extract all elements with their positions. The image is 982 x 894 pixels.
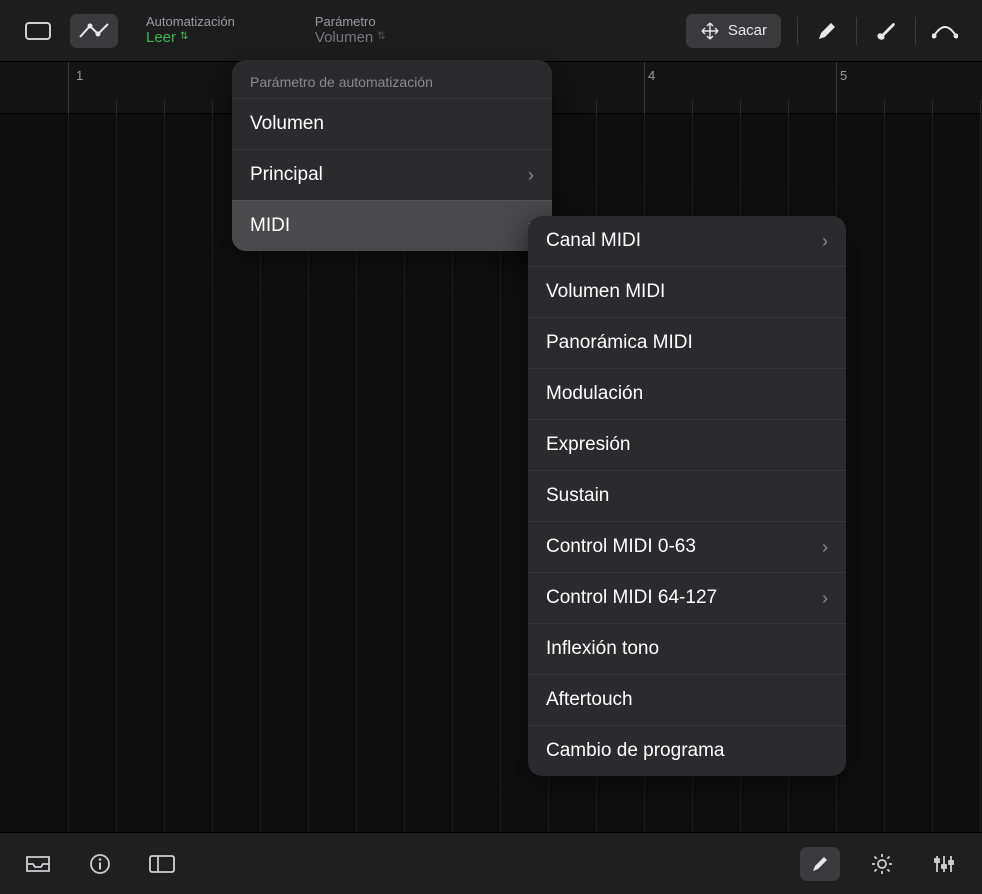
ruler-minor-tick	[980, 100, 981, 114]
sliders-icon	[933, 854, 955, 874]
menu-item-label: Expresión	[546, 434, 631, 456]
midi-menu-item[interactable]: Expresión	[528, 419, 846, 470]
menu-item-label: Volumen	[250, 113, 324, 135]
pencil-icon	[816, 20, 838, 42]
midi-menu-item[interactable]: Volumen MIDI	[528, 266, 846, 317]
grid-line	[212, 114, 213, 832]
pencil-tool-button[interactable]	[804, 14, 850, 48]
tool-group-left	[14, 14, 118, 48]
brush-tool-button[interactable]	[863, 14, 909, 48]
edit-mode-button[interactable]	[800, 847, 840, 881]
automation-menu-item[interactable]: Principal ›	[232, 149, 552, 200]
menu-item-label: Volumen MIDI	[546, 281, 665, 303]
menu-item-label: Canal MIDI	[546, 230, 641, 252]
settings-gear-button[interactable]	[862, 847, 902, 881]
midi-menu-item[interactable]: Inflexión tono	[528, 623, 846, 674]
ruler-minor-tick	[932, 100, 933, 114]
brush-icon	[874, 20, 898, 42]
ruler-number: 5	[840, 68, 847, 83]
automation-tool-button[interactable]	[70, 14, 118, 48]
menu-item-label: Aftertouch	[546, 689, 633, 711]
ruler-minor-tick	[884, 100, 885, 114]
parameter-value: Volumen	[315, 29, 373, 47]
ruler-minor-tick	[788, 100, 789, 114]
parameter-label: Parámetro	[315, 14, 386, 30]
move-out-label: Sacar	[728, 22, 767, 39]
gear-sun-icon	[870, 852, 894, 876]
midi-menu-item[interactable]: Modulación	[528, 368, 846, 419]
automation-menu-item[interactable]: MIDI›	[232, 200, 552, 251]
ruler-major-tick	[644, 62, 645, 114]
chevron-right-icon: ›	[528, 165, 534, 186]
midi-menu-item[interactable]: Canal MIDI ›	[528, 216, 846, 266]
panel-button[interactable]	[142, 847, 182, 881]
chevron-right-icon: ›	[822, 231, 828, 252]
midi-submenu: Canal MIDI › Volumen MIDI Panorámica MIDI Mo…	[528, 216, 846, 776]
header-labels: Automatización Leer ⇅ Parámetro Volumen …	[146, 14, 386, 48]
ruler-minor-tick	[596, 100, 597, 114]
ruler-minor-tick	[740, 100, 741, 114]
ruler-minor-tick	[212, 100, 213, 114]
menu-item-label: Panorámica MIDI	[546, 332, 693, 354]
midi-menu-item[interactable]: Sustain	[528, 470, 846, 521]
info-icon	[89, 853, 111, 875]
bottom-toolbar	[0, 832, 982, 894]
automation-line-icon	[79, 22, 109, 40]
grid-line	[980, 114, 981, 832]
grid-line	[116, 114, 117, 832]
ruler-minor-tick	[116, 100, 117, 114]
menu-title: Parámetro de automatización	[232, 60, 552, 98]
ruler-major-tick	[68, 62, 69, 114]
midi-menu-item[interactable]: Cambio de programa	[528, 725, 846, 776]
menu-item-label: Control MIDI 64-127	[546, 587, 717, 609]
automation-mode-value: Leer	[146, 29, 176, 47]
chevron-right-icon: ›	[822, 537, 828, 558]
menu-item-label: Sustain	[546, 485, 609, 507]
divider	[856, 17, 857, 45]
chevron-right-icon: ›	[822, 588, 828, 609]
ruler-number: 1	[76, 68, 83, 83]
sidebar-panel-icon	[149, 855, 175, 873]
rectangle-icon	[25, 22, 51, 40]
move-icon	[700, 21, 720, 41]
mixer-button[interactable]	[924, 847, 964, 881]
midi-menu-item[interactable]: Aftertouch	[528, 674, 846, 725]
menu-item-label: Principal	[250, 164, 323, 186]
midi-menu-item[interactable]: Control MIDI 0-63 ›	[528, 521, 846, 572]
ruler-number: 4	[648, 68, 655, 83]
automation-menu-item[interactable]: Volumen	[232, 98, 552, 149]
parameter-selector[interactable]: Parámetro Volumen ⇅	[315, 14, 386, 48]
curve-icon	[932, 22, 958, 40]
up-down-chevron-icon: ⇅	[377, 31, 385, 43]
ruler-minor-tick	[692, 100, 693, 114]
info-button[interactable]	[80, 847, 120, 881]
grid-line	[884, 114, 885, 832]
menu-item-label: Control MIDI 0-63	[546, 536, 696, 558]
midi-menu-item[interactable]: Control MIDI 64-127 ›	[528, 572, 846, 623]
automation-parameter-menu: Parámetro de automatización Volumen Princ…	[232, 60, 552, 251]
tray-icon	[25, 855, 51, 873]
midi-menu-item[interactable]: Panorámica MIDI	[528, 317, 846, 368]
divider	[915, 17, 916, 45]
ruler-minor-tick	[164, 100, 165, 114]
automation-mode-label: Automatización	[146, 14, 235, 30]
region-tool-button[interactable]	[14, 14, 62, 48]
up-down-chevron-icon: ⇅	[180, 31, 188, 43]
grid-line	[164, 114, 165, 832]
menu-item-label: MIDI	[250, 215, 290, 237]
curve-tool-button[interactable]	[922, 14, 968, 48]
menu-item-label: Cambio de programa	[546, 740, 724, 762]
menu-item-label: Inflexión tono	[546, 638, 659, 660]
menu-item-label: Modulación	[546, 383, 643, 405]
grid-line	[932, 114, 933, 832]
grid-line	[68, 114, 69, 832]
top-toolbar-right: Sacar	[686, 14, 968, 48]
ruler-major-tick	[836, 62, 837, 114]
top-toolbar: Automatización Leer ⇅ Parámetro Volumen …	[0, 0, 982, 62]
divider	[797, 17, 798, 45]
move-out-button[interactable]: Sacar	[686, 14, 781, 48]
automation-mode-selector[interactable]: Automatización Leer ⇅	[146, 14, 235, 48]
pencil-icon	[810, 854, 830, 874]
tray-button[interactable]	[18, 847, 58, 881]
